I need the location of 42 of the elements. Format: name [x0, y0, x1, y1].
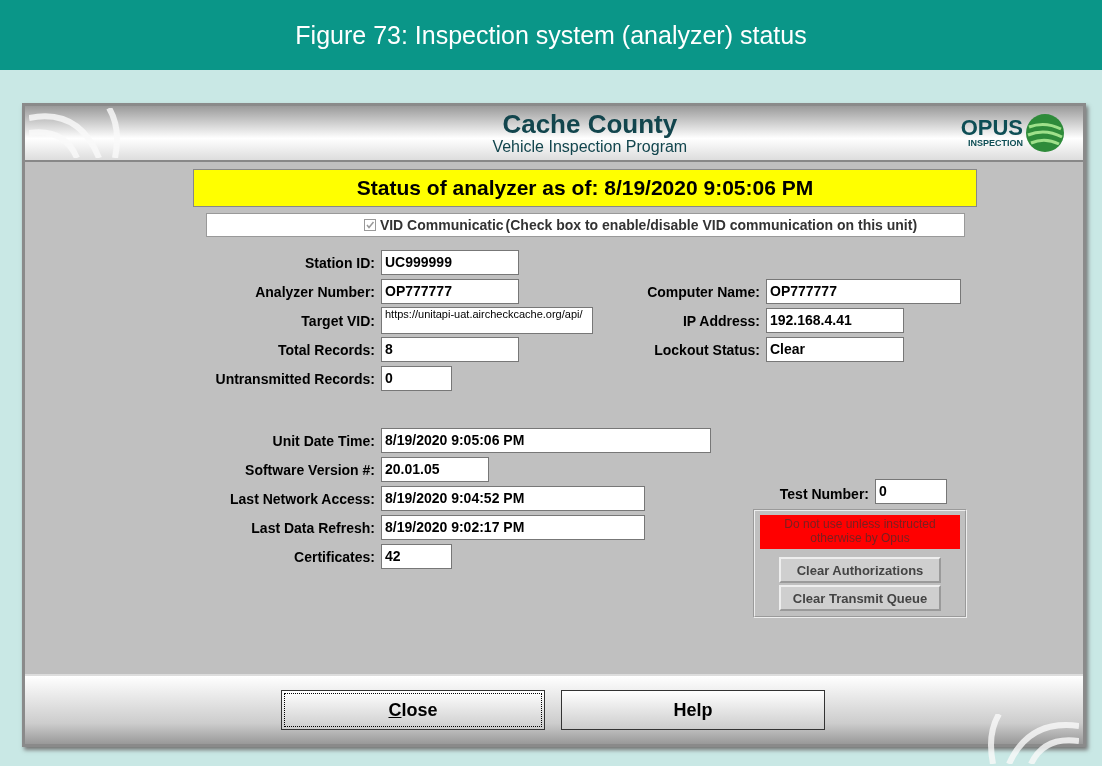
value-field: 8/19/2020 9:04:52 PM	[381, 486, 645, 511]
test-number-field: 0	[875, 479, 947, 504]
field-label: Certificates:	[293, 548, 375, 565]
field-label: Test Number:	[779, 485, 869, 502]
field-label: Last Data Refresh:	[250, 519, 375, 536]
value-field: 8/19/2020 9:02:17 PM	[381, 515, 645, 540]
value-field: OP777777	[766, 279, 961, 304]
value-field: 0	[381, 366, 452, 391]
maintenance-button[interactable]: Clear Transmit Queue	[779, 585, 941, 611]
dialog-button[interactable]: Close	[281, 690, 545, 730]
window-subtitle: Vehicle Inspection Program	[492, 138, 688, 156]
field-label: Untransmitted Records:	[214, 370, 375, 387]
value-field: Clear	[766, 337, 904, 362]
globe-logo-icon	[1025, 113, 1065, 153]
maintenance-button[interactable]: Clear Authorizations	[779, 557, 941, 583]
value-field: UC999999	[381, 250, 519, 275]
field-label: Software Version #:	[244, 461, 375, 478]
figure-caption: Figure 73: Inspection system (analyzer) status	[295, 20, 807, 50]
value-field: OP777777	[381, 279, 519, 304]
logo-wordmark: OPUS	[960, 118, 1023, 138]
field-label: Station ID:	[304, 254, 375, 271]
field-label: Total Records:	[277, 341, 375, 358]
field-label: Last Network Access:	[229, 490, 375, 507]
field-label: IP Address:	[681, 312, 760, 329]
value-field: 42	[381, 544, 452, 569]
warning-notice: Do not use unless instructed otherwise by Opus	[760, 515, 960, 549]
field-label: Unit Date Time:	[271, 432, 375, 449]
value-field: 192.168.4.41	[766, 308, 904, 333]
status-banner: Status of analyzer as of: 8/19/2020 9:05:06 PM	[193, 169, 977, 207]
vid-option-label: VID Communicatic	[379, 217, 504, 233]
value-field: 20.01.05	[381, 457, 489, 482]
vid-option-hint: (Check box to enable/disable VID communication on this unit)	[505, 217, 918, 233]
dialog-button[interactable]: Help	[561, 690, 825, 730]
value-field: https://unitapi-uat.aircheckcache.org/api/	[381, 307, 593, 334]
field-label: Target VID:	[300, 312, 375, 329]
value-field: 8	[381, 337, 519, 362]
logo-tagline: INSPECTION	[968, 138, 1023, 148]
field-label: Lockout Status:	[653, 341, 760, 358]
value-field: 8/19/2020 9:05:06 PM	[381, 428, 711, 453]
window-title: Cache County	[502, 110, 678, 138]
field-label: Analyzer Number:	[254, 283, 375, 300]
field-label: Computer Name:	[646, 283, 760, 300]
